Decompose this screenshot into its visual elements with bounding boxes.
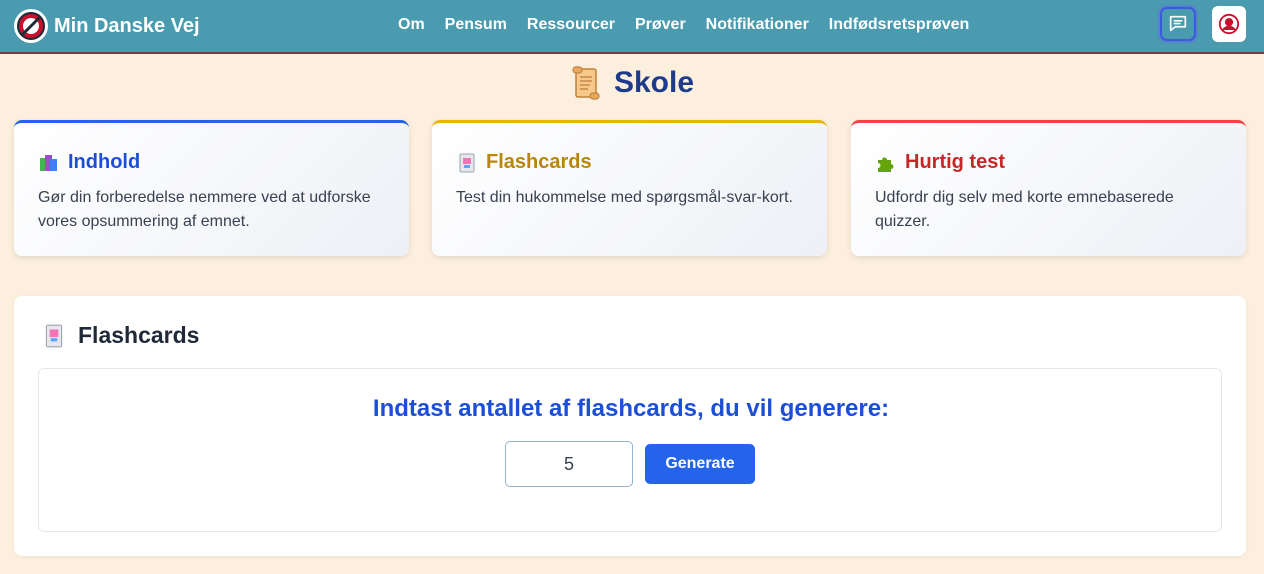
card-description: Gør din forberedelse nemmere ved at udfo… [38, 189, 371, 230]
card-flashcards[interactable]: Flashcards Test din hukommelse med spørg… [432, 120, 827, 256]
card-description: Test din hukommelse med spørgsmål-svar-k… [456, 189, 793, 206]
brand-home-link[interactable]: Min Danske Vej [14, 8, 200, 44]
brand-logo-icon [14, 9, 48, 43]
generate-prompt: Indtast antallet af flashcards, du vil g… [372, 395, 890, 422]
nav-link-om[interactable]: Om [398, 16, 425, 34]
flashcard-count-input[interactable] [505, 441, 633, 487]
generate-button[interactable]: Generate [645, 444, 755, 484]
generate-form: Indtast antallet af flashcards, du vil g… [38, 368, 1222, 532]
nav-links: Om Pensum Ressourcer Prøver Notifikation… [398, 0, 969, 50]
card-title: Indhold [68, 151, 141, 173]
card-title: Flashcards [486, 151, 592, 173]
page-title: Skole [0, 63, 1264, 103]
brand-name: Min Danske Vej [54, 14, 200, 37]
nav-link-ressourcer[interactable]: Ressourcer [527, 16, 615, 34]
puzzle-icon [878, 157, 894, 172]
card-indhold[interactable]: Indhold Gør din forberedelse nemmere ved… [14, 120, 409, 256]
chat-button[interactable] [1160, 7, 1196, 41]
card-hurtig-test[interactable]: Hurtig test Udfordr dig selv med korte e… [851, 120, 1246, 256]
section-title: Flashcards [78, 322, 200, 348]
flashcard-icon [45, 324, 63, 347]
flashcard-icon [459, 153, 475, 172]
nav-link-prover[interactable]: Prøver [635, 16, 686, 34]
section-header: Flashcards [42, 322, 199, 349]
chat-icon [1169, 15, 1187, 32]
card-description: Udfordr dig selv med korte emnebaserede … [875, 189, 1174, 230]
books-icon [40, 154, 57, 171]
page-title-text: Skole [613, 66, 695, 99]
nav-link-pensum[interactable]: Pensum [445, 16, 507, 34]
top-navbar: Min Danske Vej Om Pensum Ressourcer Prøv… [0, 0, 1264, 54]
user-profile-button[interactable] [1212, 6, 1246, 42]
flashcards-section: Flashcards Indtast antallet af flashcard… [14, 296, 1246, 556]
nav-link-notifikationer[interactable]: Notifikationer [706, 16, 809, 34]
card-title: Hurtig test [905, 151, 1005, 173]
scroll-icon [572, 66, 600, 100]
nav-link-indfodsretsproven[interactable]: Indfødsretsprøven [829, 16, 969, 34]
user-avatar-icon [1218, 13, 1240, 35]
